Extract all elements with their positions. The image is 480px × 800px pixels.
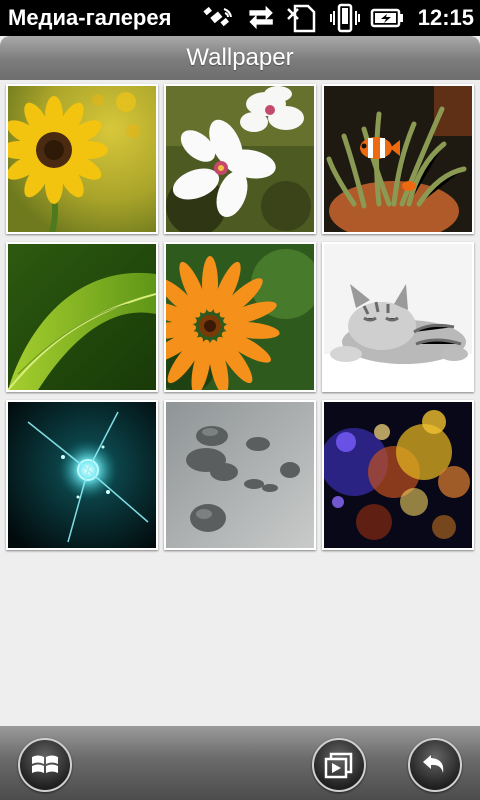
thumbnail-sleeping-kitten[interactable] — [322, 242, 474, 392]
thumbnail-clownfish[interactable] — [322, 84, 474, 234]
sleeping-kitten-image — [324, 244, 472, 390]
windows-start-icon — [32, 755, 58, 773]
sunflower-image — [8, 86, 156, 232]
thumbnail-light-burst[interactable] — [6, 400, 158, 550]
thumbnail-bokeh-lights[interactable] — [322, 400, 474, 550]
data-transfer-icon — [249, 5, 273, 30]
battery-charging-icon — [370, 8, 403, 28]
green-leaf-image — [8, 244, 156, 390]
back-button[interactable] — [408, 738, 462, 792]
pebbles-image — [166, 402, 314, 548]
status-bar: Медиа-галерея 12:15 — [0, 0, 480, 36]
wallpaper-grid — [0, 80, 480, 726]
thumbnail-sunflower[interactable] — [6, 84, 158, 234]
media-gallery-screen: Медиа-галерея 12:15 Wallpaper — [0, 0, 480, 800]
satellite-icon — [203, 6, 232, 27]
slideshow-icon — [324, 752, 353, 779]
thumbnail-green-leaf[interactable] — [6, 242, 158, 392]
app-title[interactable]: Медиа-галерея — [8, 4, 171, 32]
bokeh-lights-image — [324, 402, 472, 548]
status-icons[interactable] — [202, 3, 412, 33]
clock[interactable]: 12:15 — [418, 4, 474, 32]
orange-flower-image — [166, 244, 314, 390]
white-flowers-image — [166, 86, 314, 232]
clownfish-image — [324, 86, 472, 232]
back-icon — [423, 755, 444, 773]
page-title: Wallpaper — [0, 36, 480, 80]
thumbnail-pebbles[interactable] — [164, 400, 316, 550]
vibrate-icon — [330, 3, 360, 33]
start-button[interactable] — [18, 738, 72, 792]
thumbnail-orange-flower[interactable] — [164, 242, 316, 392]
thumbnail-white-flowers[interactable] — [164, 84, 316, 234]
light-burst-image — [8, 402, 156, 548]
slideshow-button[interactable] — [312, 738, 366, 792]
no-sim-icon — [287, 4, 316, 33]
bottom-toolbar — [0, 726, 480, 800]
